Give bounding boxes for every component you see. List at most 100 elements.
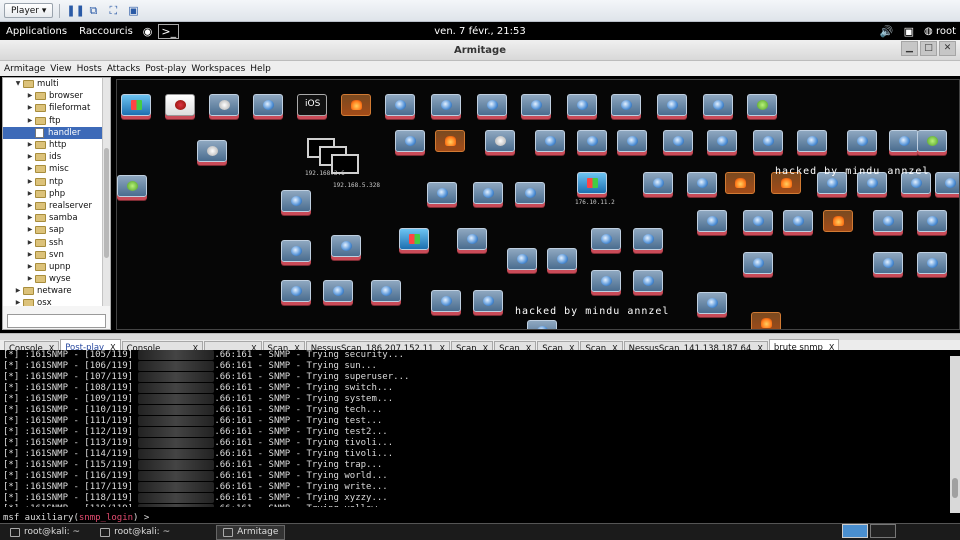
tree-item-ids[interactable]: ▶ ids <box>3 151 102 163</box>
windows-host-icon[interactable] <box>797 130 827 152</box>
windows-host-icon[interactable] <box>591 228 621 250</box>
tree-item-misc[interactable]: ▶ misc <box>3 163 102 175</box>
windows-host-icon[interactable] <box>473 290 503 312</box>
windows-host-icon[interactable] <box>281 240 311 262</box>
tree-item-sap[interactable]: ▶ sap <box>3 224 102 236</box>
windows-host-icon[interactable] <box>281 280 311 302</box>
collapsed-arrow-icon[interactable]: ▶ <box>25 102 35 114</box>
tree-scrollbar[interactable] <box>102 78 110 306</box>
windows-host-icon[interactable] <box>657 94 687 116</box>
collapsed-arrow-icon[interactable]: ▶ <box>25 176 35 188</box>
collapsed-arrow-icon[interactable]: ▶ <box>25 237 35 249</box>
windows-host-icon[interactable] <box>917 252 947 274</box>
collapsed-arrow-icon[interactable]: ▶ <box>25 273 35 285</box>
tree-item-upnp[interactable]: ▶ upnp <box>3 261 102 273</box>
android-host-icon[interactable] <box>917 130 947 152</box>
windows-host-icon[interactable] <box>457 228 487 250</box>
windows-host-icon[interactable] <box>663 130 693 152</box>
tree-item-ntp[interactable]: ▶ ntp <box>3 176 102 188</box>
collapsed-arrow-icon[interactable]: ▶ <box>25 224 35 236</box>
windows-host-icon[interactable] <box>121 94 151 116</box>
menu-view[interactable]: View <box>50 64 71 74</box>
tree-item-wyse[interactable]: ▶ wyse <box>3 273 102 285</box>
windows-host-icon[interactable] <box>515 182 545 204</box>
tree-item-multi[interactable]: ▼ multi <box>3 78 102 90</box>
windows-host-icon[interactable] <box>385 94 415 116</box>
windows-host-icon[interactable] <box>707 130 737 152</box>
windows-host-icon[interactable] <box>889 130 919 152</box>
windows-host-icon[interactable] <box>743 210 773 232</box>
windows-host-icon[interactable] <box>743 252 773 274</box>
windows-host-icon[interactable] <box>633 228 663 250</box>
windows-host-icon[interactable] <box>253 94 283 116</box>
mac-host-icon[interactable] <box>209 94 239 116</box>
windows-host-icon[interactable] <box>633 270 663 292</box>
android-host-icon[interactable] <box>117 175 147 197</box>
user-menu[interactable]: ◍ root <box>924 26 956 37</box>
windows-host-icon[interactable] <box>577 130 607 152</box>
unity-icon[interactable]: ▣ <box>126 4 140 17</box>
terminal-icon[interactable]: >_ <box>158 23 180 39</box>
collapsed-arrow-icon[interactable]: ▶ <box>25 139 35 151</box>
windows-host-icon[interactable] <box>535 130 565 152</box>
windows-host-icon[interactable] <box>591 270 621 292</box>
collapsed-arrow-icon[interactable]: ▶ <box>25 261 35 273</box>
fullscreen-icon[interactable]: ⛶ <box>106 4 120 17</box>
collapsed-arrow-icon[interactable]: ▶ <box>13 285 23 297</box>
menu-armitage[interactable]: Armitage <box>4 64 45 74</box>
tree-item-ftp[interactable]: ▶ ftp <box>3 115 102 127</box>
workspace-switcher-1[interactable] <box>842 524 868 538</box>
tree-item-ssh[interactable]: ▶ ssh <box>3 236 102 248</box>
collapsed-arrow-icon[interactable]: ▶ <box>25 163 35 175</box>
windows-host-icon[interactable] <box>331 235 361 257</box>
menu-attacks[interactable]: Attacks <box>107 64 140 74</box>
collapsed-arrow-icon[interactable]: ▶ <box>25 188 35 200</box>
shortcuts-menu[interactable]: Raccourcis <box>73 26 139 37</box>
console-output[interactable]: [*] :161SNMP - [105/119] .66:161 - SNMP … <box>0 350 960 507</box>
collapsed-arrow-icon[interactable]: ▶ <box>25 212 35 224</box>
collapsed-arrow-icon[interactable]: ▶ <box>13 297 23 306</box>
tree-item-svn[interactable]: ▶ svn <box>3 249 102 261</box>
windows-host-icon[interactable] <box>753 130 783 152</box>
windows-host-icon[interactable] <box>617 130 647 152</box>
tree-item-realserver[interactable]: ▶ realserver <box>3 200 102 212</box>
windows-host-icon[interactable] <box>697 210 727 232</box>
windows-host-icon[interactable] <box>395 130 425 152</box>
collapsed-arrow-icon[interactable]: ▶ <box>25 90 35 102</box>
windows-host-icon[interactable] <box>323 280 353 302</box>
windows-host-icon[interactable] <box>431 94 461 116</box>
menu-post-play[interactable]: Post-play <box>145 64 186 74</box>
windows-host-icon[interactable] <box>371 280 401 302</box>
console-prompt[interactable]: msf auxiliary(snmp_login) > <box>0 513 960 523</box>
tree-item-handler[interactable]: handler <box>3 126 102 139</box>
windows-host-icon[interactable] <box>473 182 503 204</box>
taskbar-item[interactable]: root@kali: ~ <box>94 525 176 540</box>
tree-scrollbar-thumb[interactable] <box>104 148 109 258</box>
windows-host-icon[interactable] <box>547 248 577 270</box>
player-menu-button[interactable]: Player ▾ <box>4 3 54 18</box>
windows-host-icon[interactable] <box>783 210 813 232</box>
windows-host-icon[interactable] <box>873 210 903 232</box>
collapsed-arrow-icon[interactable]: ▶ <box>25 200 35 212</box>
target-graph[interactable]: iOS 176.10.11.2 192.168.5.328 192.168.3.6 ha… <box>116 79 960 330</box>
windows-host-icon[interactable] <box>527 320 557 329</box>
maximize-button[interactable]: □ <box>920 41 937 56</box>
windows-host-icon[interactable] <box>873 252 903 274</box>
tree-item-osx[interactable]: ▶ osx <box>3 297 102 306</box>
android-host-icon[interactable] <box>747 94 777 116</box>
taskbar-item[interactable]: Armitage <box>216 524 286 540</box>
console-scrollbar-thumb[interactable] <box>952 478 958 498</box>
windows-host-icon[interactable] <box>917 210 947 232</box>
collapsed-arrow-icon[interactable]: ▶ <box>25 115 35 127</box>
solaris-host-icon[interactable] <box>165 94 195 116</box>
mac-host-icon[interactable] <box>197 140 227 162</box>
windows-host-icon[interactable] <box>427 182 457 204</box>
send-keys-icon[interactable]: ⧉ <box>86 4 100 17</box>
windows-host-icon[interactable] <box>431 290 461 312</box>
windows-host-icon[interactable] <box>935 172 959 194</box>
tree-item-fileformat[interactable]: ▶ fileformat <box>3 102 102 114</box>
windows-host-icon[interactable] <box>521 94 551 116</box>
windows-host-icon[interactable] <box>281 190 311 212</box>
firewall-host-icon[interactable] <box>823 210 853 232</box>
tree-item-samba[interactable]: ▶ samba <box>3 212 102 224</box>
